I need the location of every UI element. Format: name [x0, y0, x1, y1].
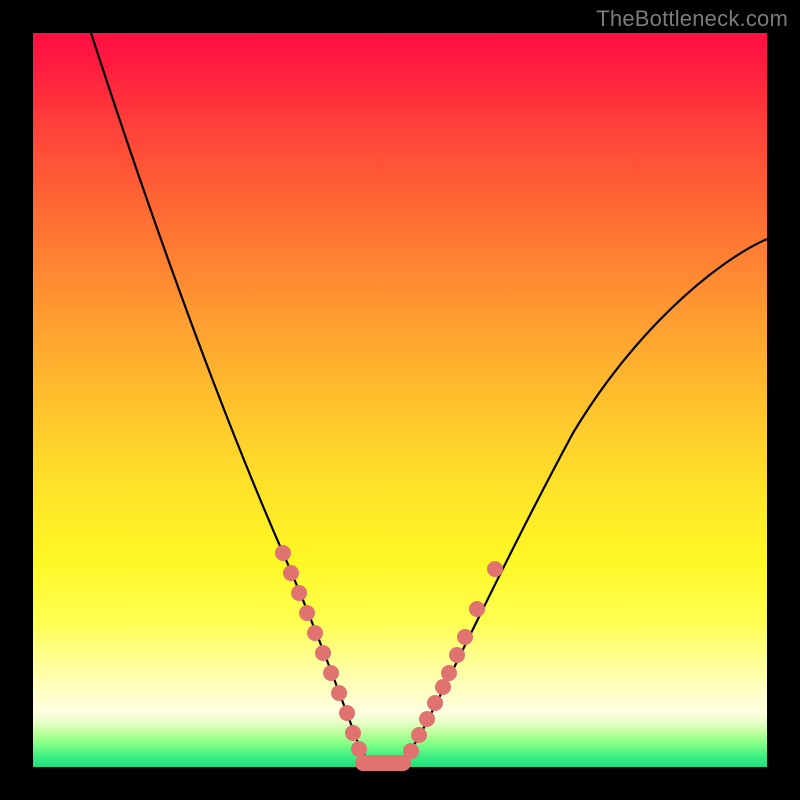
marker-left-9: [339, 705, 355, 721]
marker-right-9: [469, 601, 485, 617]
marker-left-4: [299, 605, 315, 621]
marker-right-6: [441, 665, 457, 681]
marker-left-10: [345, 725, 361, 741]
marker-right-2: [411, 727, 427, 743]
marker-right-3: [419, 711, 435, 727]
plot-area: [33, 33, 767, 767]
marker-right-5: [435, 679, 451, 695]
marker-left-1: [275, 545, 291, 561]
marker-left-5: [307, 625, 323, 641]
outer-frame: TheBottleneck.com: [0, 0, 800, 800]
valley-bar: [355, 755, 411, 771]
marker-right-8: [457, 629, 473, 645]
marker-left-7: [323, 665, 339, 681]
marker-right-1: [403, 743, 419, 759]
marker-left-3: [291, 585, 307, 601]
bottleneck-curve: [33, 33, 767, 767]
marker-right-10: [487, 561, 503, 577]
curve-path: [91, 33, 767, 763]
marker-right-7: [449, 647, 465, 663]
marker-left-6: [315, 645, 331, 661]
marker-left-2: [283, 565, 299, 581]
watermark-text: TheBottleneck.com: [596, 6, 788, 32]
marker-left-8: [331, 685, 347, 701]
marker-right-4: [427, 695, 443, 711]
